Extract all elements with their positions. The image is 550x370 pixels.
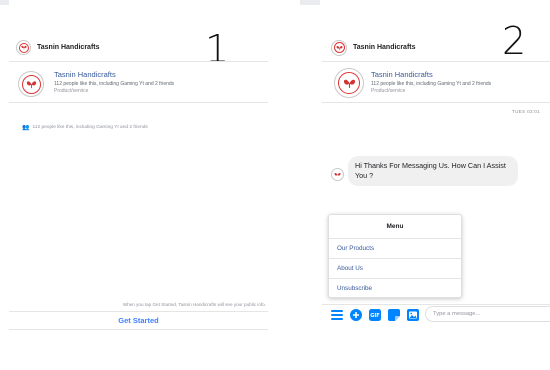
page-info-likes: 112 people like this, including Gaming Y… — [371, 81, 492, 87]
message-timestamp: TUES 02:01 — [511, 110, 540, 115]
sticker-icon[interactable] — [388, 308, 400, 321]
persistent-menu: Menu Our Products About Us Unsubscribe — [328, 214, 462, 298]
chat-header: Tasnin Handicrafts — [322, 34, 550, 62]
get-started-disclaimer: When you tap Get Started, Tasnin Handicr… — [122, 302, 266, 307]
butterfly-logo-icon — [334, 172, 341, 176]
page-info-name[interactable]: Tasnin Handicrafts — [371, 70, 433, 79]
header-page-name[interactable]: Tasnin Handicrafts — [37, 44, 100, 51]
get-started-button[interactable]: Get Started — [9, 316, 268, 325]
page-info-card: Tasnin Handicrafts 112 people like this,… — [9, 65, 268, 103]
add-icon[interactable] — [350, 308, 362, 321]
page-info-avatar[interactable] — [18, 71, 44, 97]
menu-title: Menu — [329, 215, 461, 239]
page-avatar[interactable] — [331, 39, 347, 56]
menu-item-our-products[interactable]: Our Products — [329, 239, 461, 259]
butterfly-logo-icon — [18, 42, 29, 53]
message-bubble: Hi Thanks For Messaging Us. How Can I As… — [348, 156, 518, 187]
page-info-name[interactable]: Tasnin Handicrafts — [54, 70, 116, 79]
chat-header: Tasnin Handicrafts — [9, 34, 268, 62]
menu-icon[interactable] — [331, 309, 343, 321]
sender-avatar — [331, 168, 344, 181]
butterfly-logo-icon — [333, 42, 345, 53]
page-info-likes: 112 people like this, including Gaming Y… — [54, 81, 175, 87]
top-bar-right — [300, 0, 320, 5]
gif-icon[interactable]: GIF — [369, 308, 381, 321]
panel-1-welcome-screen: 1 Tasnin Handicrafts Tasnin Handicrafts … — [9, 0, 268, 340]
page-info-avatar[interactable] — [334, 68, 364, 98]
butterfly-logo-icon — [338, 72, 360, 94]
header-page-name[interactable]: Tasnin Handicrafts — [353, 44, 416, 51]
page-avatar[interactable] — [16, 40, 31, 55]
message-input[interactable] — [425, 306, 550, 322]
page-info-category: Product/service — [54, 88, 89, 94]
page-info-card: Tasnin Handicrafts 112 people like this,… — [322, 65, 550, 103]
people-icon: 👥 — [22, 125, 30, 131]
divider — [9, 329, 268, 330]
page-info-category: Product/service — [371, 88, 406, 94]
panel-2-conversation: 2 Tasnin Handicrafts Tasnin Handicrafts … — [322, 0, 550, 340]
likes-summary: 👥 112 people like this, including Gaming… — [22, 124, 148, 131]
menu-item-about-us[interactable]: About Us — [329, 259, 461, 279]
butterfly-logo-icon — [21, 74, 41, 94]
likes-summary-text: 112 people like this, including Gaming Y… — [32, 125, 148, 130]
menu-item-unsubscribe[interactable]: Unsubscribe — [329, 279, 461, 299]
image-icon[interactable] — [407, 308, 419, 321]
divider — [9, 311, 268, 312]
svg-text:GIF: GIF — [370, 313, 379, 319]
